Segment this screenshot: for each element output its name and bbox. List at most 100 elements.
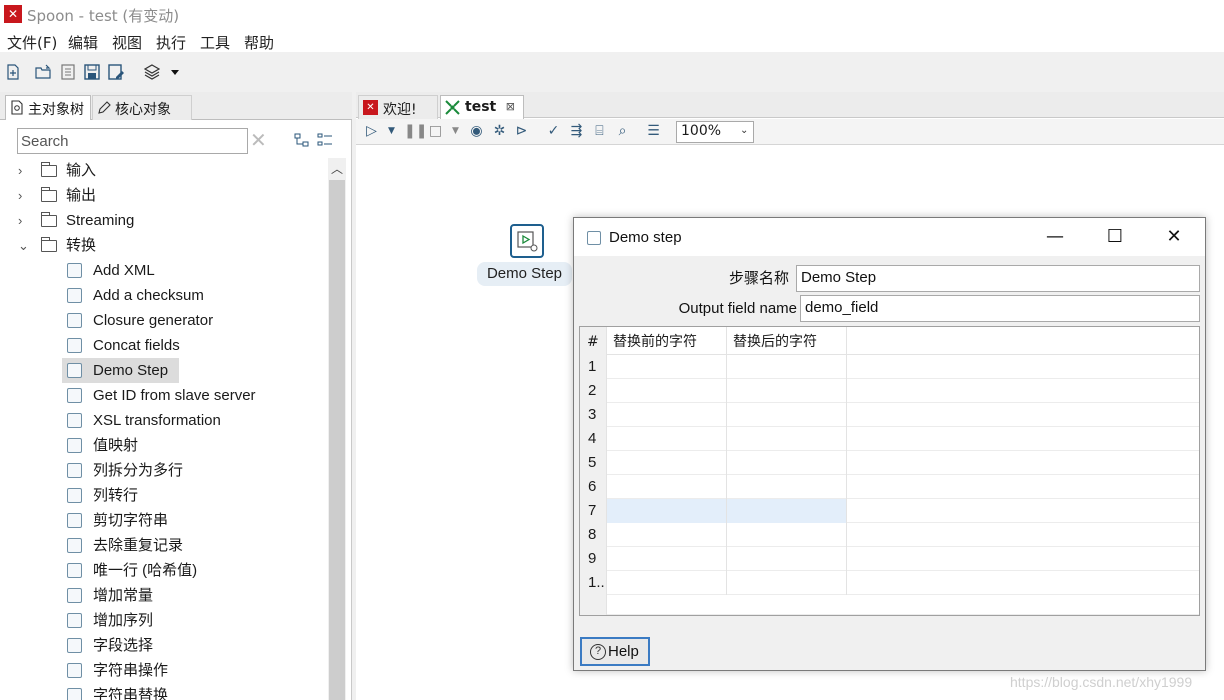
- cell-before[interactable]: [607, 547, 727, 571]
- new-file-icon[interactable]: [5, 64, 21, 80]
- table-row[interactable]: 1: [580, 355, 1199, 379]
- close-button[interactable]: ✕: [1159, 224, 1189, 250]
- cell-after[interactable]: [727, 475, 847, 499]
- cell-after[interactable]: [727, 379, 847, 403]
- sql-icon[interactable]: ⌸: [592, 124, 607, 139]
- chevron-right-icon[interactable]: ›: [18, 183, 30, 208]
- chevron-right-icon[interactable]: ›: [18, 158, 30, 183]
- layers-icon[interactable]: [144, 64, 160, 80]
- cell-after[interactable]: [727, 523, 847, 547]
- cell-before[interactable]: [607, 571, 727, 595]
- table-row[interactable]: 4: [580, 427, 1199, 451]
- menu-help[interactable]: 帮助: [244, 32, 274, 53]
- tree-folder[interactable]: › Streaming: [10, 208, 326, 233]
- tab-main-object-tree[interactable]: 主对象树: [5, 95, 91, 120]
- tree-folder[interactable]: ⌄ 转换: [10, 233, 326, 258]
- tree-step[interactable]: Get ID from slave server: [10, 383, 326, 408]
- menu-view[interactable]: 视图: [112, 32, 142, 53]
- table-row[interactable]: 3: [580, 403, 1199, 427]
- cell-before[interactable]: [607, 355, 727, 379]
- cell-before[interactable]: [607, 451, 727, 475]
- menu-run[interactable]: 执行: [156, 32, 186, 53]
- clear-search-icon[interactable]: ✕: [250, 129, 270, 151]
- step-name-field[interactable]: Demo Step: [796, 265, 1200, 292]
- open-folder-icon[interactable]: [35, 64, 51, 80]
- cell-before[interactable]: [607, 379, 727, 403]
- tab-core-objects[interactable]: 核心对象: [92, 95, 192, 120]
- tree-step[interactable]: 列转行: [10, 483, 326, 508]
- debug-icon[interactable]: ✲: [492, 124, 507, 139]
- tree-step[interactable]: 增加常量: [10, 583, 326, 608]
- impact-icon[interactable]: ⇶: [569, 124, 584, 139]
- tree-step[interactable]: Add a checksum: [10, 283, 326, 308]
- chevron-down-icon[interactable]: ⌄: [740, 125, 750, 136]
- stop-dropdown-icon[interactable]: ▼: [448, 124, 463, 139]
- demo-step-node[interactable]: [510, 224, 544, 258]
- table-row[interactable]: 9: [580, 547, 1199, 571]
- table-row[interactable]: 8: [580, 523, 1199, 547]
- tab-welcome[interactable]: ✕ 欢迎!: [358, 95, 438, 119]
- grid-header-before[interactable]: 替换前的字符: [607, 327, 727, 355]
- cell-after[interactable]: [727, 355, 847, 379]
- tree-step[interactable]: 值映射: [10, 433, 326, 458]
- run-icon[interactable]: ▷: [364, 124, 379, 139]
- cell-after[interactable]: [727, 451, 847, 475]
- tree-step[interactable]: 字段选择: [10, 633, 326, 658]
- tree-step[interactable]: 剪切字符串: [10, 508, 326, 533]
- cell-after[interactable]: [727, 427, 847, 451]
- pause-icon[interactable]: ❚❚: [404, 124, 427, 139]
- cell-after[interactable]: [727, 403, 847, 427]
- cell-before[interactable]: [607, 427, 727, 451]
- menu-edit[interactable]: 编辑: [68, 32, 98, 53]
- tree-step[interactable]: 字符串替换: [10, 683, 326, 700]
- tree-folder[interactable]: › 输入: [10, 158, 326, 183]
- chevron-up-icon[interactable]: ︿: [331, 160, 343, 176]
- menu-file[interactable]: 文件(F): [7, 32, 57, 53]
- save-as-icon[interactable]: [108, 64, 124, 80]
- dropdown-arrow-icon[interactable]: [170, 64, 180, 80]
- tree-step[interactable]: Concat fields: [10, 333, 326, 358]
- tree-step[interactable]: 增加序列: [10, 608, 326, 633]
- verify-icon[interactable]: ✓: [546, 124, 561, 139]
- tree-scrollbar-thumb[interactable]: [329, 180, 345, 700]
- minimize-button[interactable]: —: [1040, 224, 1070, 250]
- table-row[interactable]: 6: [580, 475, 1199, 499]
- tree-step[interactable]: 唯一行 (哈希值): [10, 558, 326, 583]
- cell-before[interactable]: [607, 523, 727, 547]
- grid-header-number[interactable]: #: [580, 327, 607, 355]
- output-field-name-field[interactable]: demo_field: [800, 295, 1200, 322]
- cell-before[interactable]: [607, 403, 727, 427]
- tree-step[interactable]: Demo Step: [10, 358, 326, 383]
- tree-step[interactable]: XSL transformation: [10, 408, 326, 433]
- expand-all-icon[interactable]: [294, 132, 310, 148]
- chevron-down-icon[interactable]: ⌄: [18, 233, 30, 258]
- chevron-right-icon[interactable]: ›: [18, 208, 30, 233]
- run-dropdown-icon[interactable]: ▼: [384, 124, 399, 139]
- table-row[interactable]: 1..: [580, 571, 1199, 595]
- save-icon[interactable]: [84, 64, 100, 80]
- cell-before[interactable]: [607, 475, 727, 499]
- show-results-icon[interactable]: ☰: [646, 124, 661, 139]
- explore-repository-icon[interactable]: [60, 64, 76, 80]
- exploredb-icon[interactable]: ⌕: [615, 124, 630, 139]
- preview-icon[interactable]: ◉: [469, 124, 484, 139]
- table-row[interactable]: 2: [580, 379, 1199, 403]
- tree-step[interactable]: 列拆分为多行: [10, 458, 326, 483]
- tree-folder[interactable]: › 输出: [10, 183, 326, 208]
- help-button[interactable]: ? Help: [580, 637, 650, 666]
- cell-before[interactable]: [607, 499, 727, 523]
- table-row[interactable]: 7: [580, 499, 1199, 523]
- stop-icon[interactable]: □: [428, 124, 443, 139]
- tab-test[interactable]: test ⊠: [440, 95, 524, 119]
- search-input[interactable]: [17, 128, 248, 154]
- table-row[interactable]: 5: [580, 451, 1199, 475]
- tree-step[interactable]: Add XML: [10, 258, 326, 283]
- cell-after[interactable]: [727, 571, 847, 595]
- cell-after[interactable]: [727, 499, 847, 523]
- maximize-button[interactable]: ☐: [1100, 224, 1130, 250]
- tree-step[interactable]: 字符串操作: [10, 658, 326, 683]
- replay-icon[interactable]: ⊳: [514, 124, 529, 139]
- tree-step[interactable]: 去除重复记录: [10, 533, 326, 558]
- menu-tools[interactable]: 工具: [200, 32, 230, 53]
- close-icon[interactable]: ⊠: [506, 100, 515, 113]
